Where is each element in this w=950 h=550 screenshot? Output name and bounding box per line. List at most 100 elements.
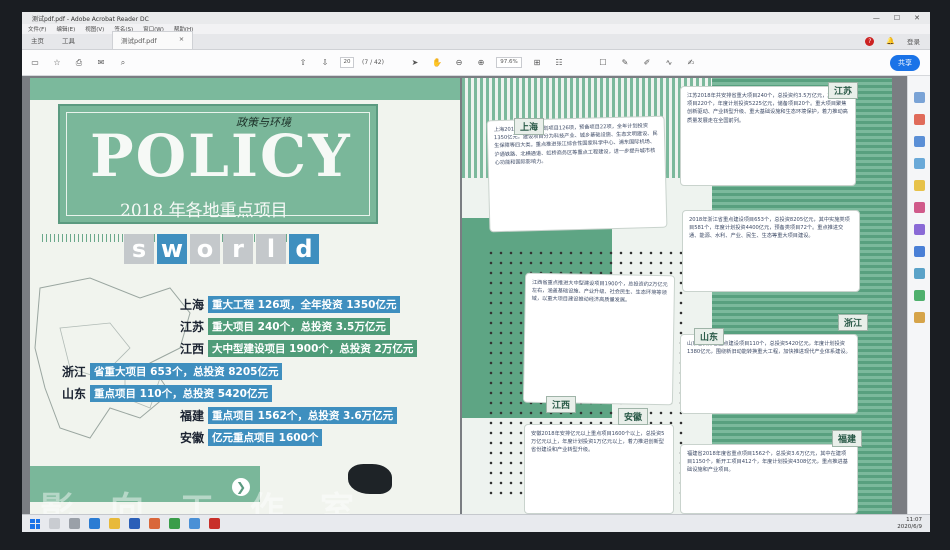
export-pdf-icon[interactable] (914, 114, 925, 125)
card-jiangsu: 江苏2018年共安排省重大项目240个，总投资约3.5万亿元，其中实施项目220… (680, 86, 856, 186)
search-icon[interactable]: ⌕ (116, 56, 130, 70)
province-label: 江苏 (180, 320, 205, 334)
taskbar: 11:07 2020/6/9 (22, 514, 930, 532)
right-page: 上海2018年共安排计划项目126项，预备项目22项，全年计划投资1350亿元，… (462, 78, 892, 514)
wechat-icon[interactable] (169, 518, 180, 529)
menu-file[interactable]: 文件(F) (28, 25, 46, 33)
letter-tile: l (256, 234, 286, 264)
tools-panel (907, 76, 930, 514)
document-viewport[interactable]: 政策与环境 POLICY 2018 年各地重点项目 s w o r l d 上海… (22, 76, 907, 514)
hand-tool-icon[interactable]: ✋ (430, 56, 444, 70)
email-icon[interactable]: ✉ (94, 56, 108, 70)
search-icon[interactable] (49, 518, 60, 529)
task-view-icon[interactable] (69, 518, 80, 529)
card-title-shandong: 山东 (694, 328, 725, 345)
menu-edit[interactable]: 编辑(E) (56, 25, 75, 33)
protect-icon[interactable] (914, 290, 925, 301)
draw-icon[interactable]: ∿ (662, 56, 676, 70)
clock-date: 2020/6/9 (897, 523, 922, 530)
stat-value: 重大工程 126项，全年投资 1350亿元 (208, 296, 401, 313)
tab-document-label: 测试pdf.pdf (121, 37, 157, 45)
card-anhui: 安徽2018年安排亿元以上重点项目1600个以上，总投资5万亿元以上，年度计划投… (524, 424, 674, 514)
page-count: (7 / 42) (362, 59, 384, 66)
letter-tile: r (223, 234, 253, 264)
toolbar: ▭ ☆ ⎙ ✉ ⌕ ⇧ ⇩ 20 (7 / 42) ➤ ✋ ⊖ ⊕ 97.6% … (22, 50, 930, 76)
zoom-tool-icon[interactable] (914, 92, 925, 103)
card-title-shanghai: 上海 (514, 118, 545, 135)
more-tools-icon[interactable] (914, 312, 925, 323)
page-number-input[interactable]: 20 (340, 57, 354, 68)
card-title-jiangxi: 江西 (546, 396, 577, 413)
windows-start-icon[interactable] (30, 518, 40, 529)
edit-pdf-icon[interactable] (914, 158, 925, 169)
system-clock[interactable]: 11:07 2020/6/9 (897, 517, 922, 531)
toolbar-file-group: ▭ ☆ ⎙ ✉ ⌕ (28, 56, 130, 70)
bell-icon[interactable]: 🔔 (886, 37, 895, 45)
pen-icon[interactable]: ✎ (618, 56, 632, 70)
card-text: 福建省2018年度省重点项目1562个，总投资3.6万亿元，其中在建项目1150… (687, 451, 848, 474)
tab-home[interactable]: 主页 (22, 35, 53, 49)
scroll-mode-icon[interactable]: ☷ (552, 56, 566, 70)
send-sign-icon[interactable] (914, 268, 925, 279)
word-icon[interactable] (129, 518, 140, 529)
organize-pages-icon[interactable] (914, 224, 925, 235)
comment-tool-icon[interactable] (914, 180, 925, 191)
toolbar-nav-group: ⇧ ⇩ 20 (7 / 42) (296, 56, 384, 70)
combine-files-icon[interactable] (914, 202, 925, 213)
bookmark-icon[interactable]: ☆ (50, 56, 64, 70)
clock-time: 11:07 (906, 516, 922, 523)
stat-value: 重点项目 110个，总投资 5420亿元 (90, 385, 272, 402)
province-label: 福建 (180, 409, 205, 423)
policy-subtitle: 2018 年各地重点项目 (120, 201, 288, 221)
policy-banner: 政策与环境 POLICY 2018 年各地重点项目 (58, 104, 378, 224)
help-icon[interactable]: ? (865, 36, 875, 46)
card-title-fujian: 福建 (832, 430, 863, 447)
stat-row-jiangsu: 江苏 重大项目 240个，总投资 3.5万亿元 (180, 318, 390, 335)
sign-icon[interactable]: ✍ (684, 56, 698, 70)
acrobat-icon[interactable] (209, 518, 220, 529)
card-title-zhejiang: 浙江 (838, 314, 869, 331)
tab-document[interactable]: 测试pdf.pdf × (112, 31, 194, 49)
close-button[interactable]: ✕ (914, 14, 920, 22)
stat-row-jiangxi: 江西 大中型建设项目 1900个，总投资 2万亿元 (180, 340, 418, 357)
maximize-button[interactable]: ☐ (894, 14, 900, 22)
select-tool-icon[interactable]: ➤ (408, 56, 422, 70)
login-link[interactable]: 登录 (907, 36, 920, 46)
letter-tile: w (157, 234, 187, 264)
page-down-icon[interactable]: ⇩ (318, 56, 332, 70)
create-pdf-icon[interactable] (914, 136, 925, 147)
tab-close-icon[interactable]: × (179, 35, 184, 45)
highlight-icon[interactable]: ✐ (640, 56, 654, 70)
print-icon[interactable]: ⎙ (72, 56, 86, 70)
comment-icon[interactable]: ☐ (596, 56, 610, 70)
page-up-icon[interactable]: ⇧ (296, 56, 310, 70)
stat-row-zhejiang: 浙江 省重大项目 653个，总投资 8205亿元 (62, 363, 283, 380)
card-text: 江西省重点推进大中型建设项目1900个，总投资约2万亿元左右，涵盖基础设施、产业… (531, 279, 668, 304)
fit-page-icon[interactable]: ⊞ (530, 56, 544, 70)
chrome-icon[interactable] (189, 518, 200, 529)
zoom-out-icon[interactable]: ⊖ (452, 56, 466, 70)
watermark: 影向工作室 (40, 490, 390, 514)
zoom-in-icon[interactable]: ⊕ (474, 56, 488, 70)
menu-view[interactable]: 视图(V) (85, 25, 104, 33)
card-shandong: 山东省安排省重点建设项目110个，总投资5420亿元，年度计划投资1380亿元，… (680, 334, 858, 414)
letter-tile: s (124, 234, 154, 264)
stat-row-shanghai: 上海 重大工程 126项，全年投资 1350亿元 (180, 296, 401, 313)
province-label: 江西 (180, 342, 205, 356)
save-icon[interactable]: ▭ (28, 56, 42, 70)
zoom-level-select[interactable]: 97.6% (495, 57, 522, 68)
share-button[interactable]: 共享 (890, 54, 920, 71)
letter-tile: d (289, 234, 319, 264)
tab-tools[interactable]: 工具 (53, 35, 84, 49)
edge-browser-icon[interactable] (89, 518, 100, 529)
province-label: 安徽 (180, 431, 205, 445)
title-bar: 测试pdf.pdf - Adobe Acrobat Reader DC — ☐ … (22, 12, 930, 24)
fill-sign-icon[interactable] (914, 246, 925, 257)
card-title-jiangsu: 江苏 (828, 82, 859, 99)
powerpoint-icon[interactable] (149, 518, 160, 529)
card-text: 2018年浙江省重点建设项目653个，总投资8205亿元，其中实施类项目581个… (689, 217, 850, 240)
stat-value: 大中型建设项目 1900个，总投资 2万亿元 (208, 340, 418, 357)
file-explorer-icon[interactable] (109, 518, 120, 529)
stat-value: 重大项目 240个，总投资 3.5万亿元 (208, 318, 390, 335)
minimize-button[interactable]: — (873, 14, 880, 22)
